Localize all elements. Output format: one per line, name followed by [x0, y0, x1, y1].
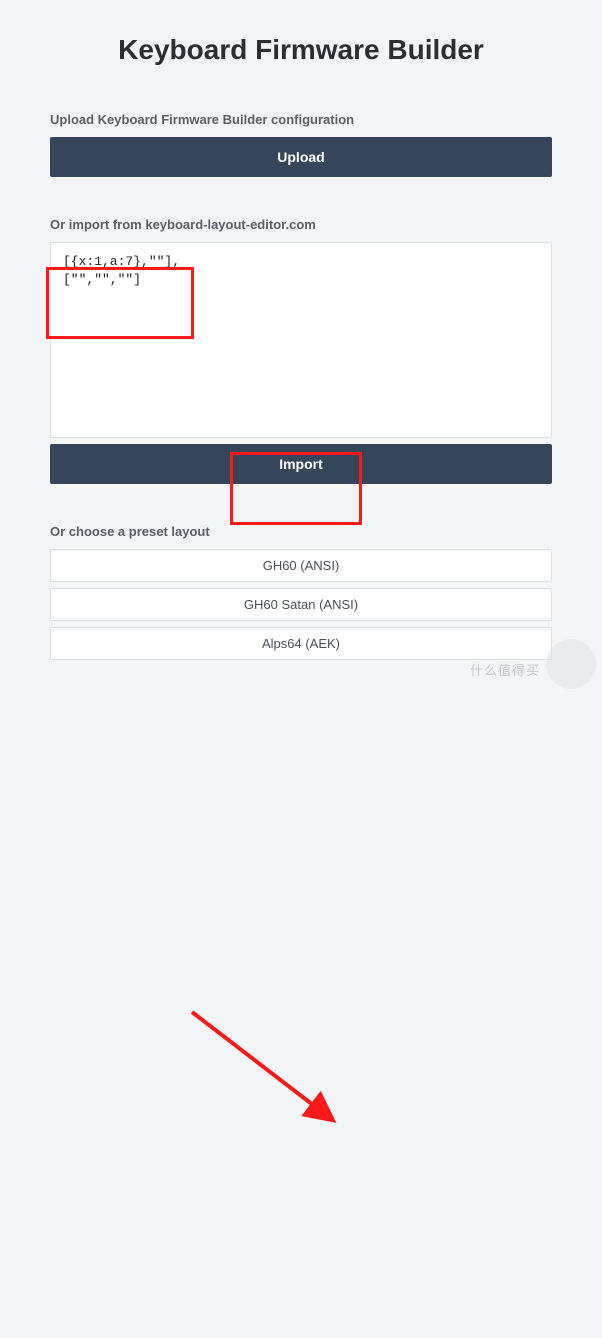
- page-title: Keyboard Firmware Builder: [50, 34, 552, 66]
- preset-gh60-ansi[interactable]: GH60 (ANSI): [50, 549, 552, 582]
- import-label: Or import from keyboard-layout-editor.co…: [50, 217, 552, 232]
- upload-section: Upload Keyboard Firmware Builder configu…: [50, 112, 552, 177]
- import-textarea-wrap: [50, 242, 552, 438]
- import-section: Or import from keyboard-layout-editor.co…: [50, 217, 552, 484]
- import-button[interactable]: Import: [50, 444, 552, 484]
- import-textarea[interactable]: [63, 253, 539, 427]
- upload-button[interactable]: Upload: [50, 137, 552, 177]
- presets-section: Or choose a preset layout GH60 (ANSI) GH…: [50, 524, 552, 666]
- annotation-arrow: [0, 706, 602, 1338]
- upload-label: Upload Keyboard Firmware Builder configu…: [50, 112, 552, 127]
- preset-alps64-aek[interactable]: Alps64 (AEK): [50, 627, 552, 660]
- presets-label: Or choose a preset layout: [50, 524, 552, 539]
- preset-gh60-satan-ansi[interactable]: GH60 Satan (ANSI): [50, 588, 552, 621]
